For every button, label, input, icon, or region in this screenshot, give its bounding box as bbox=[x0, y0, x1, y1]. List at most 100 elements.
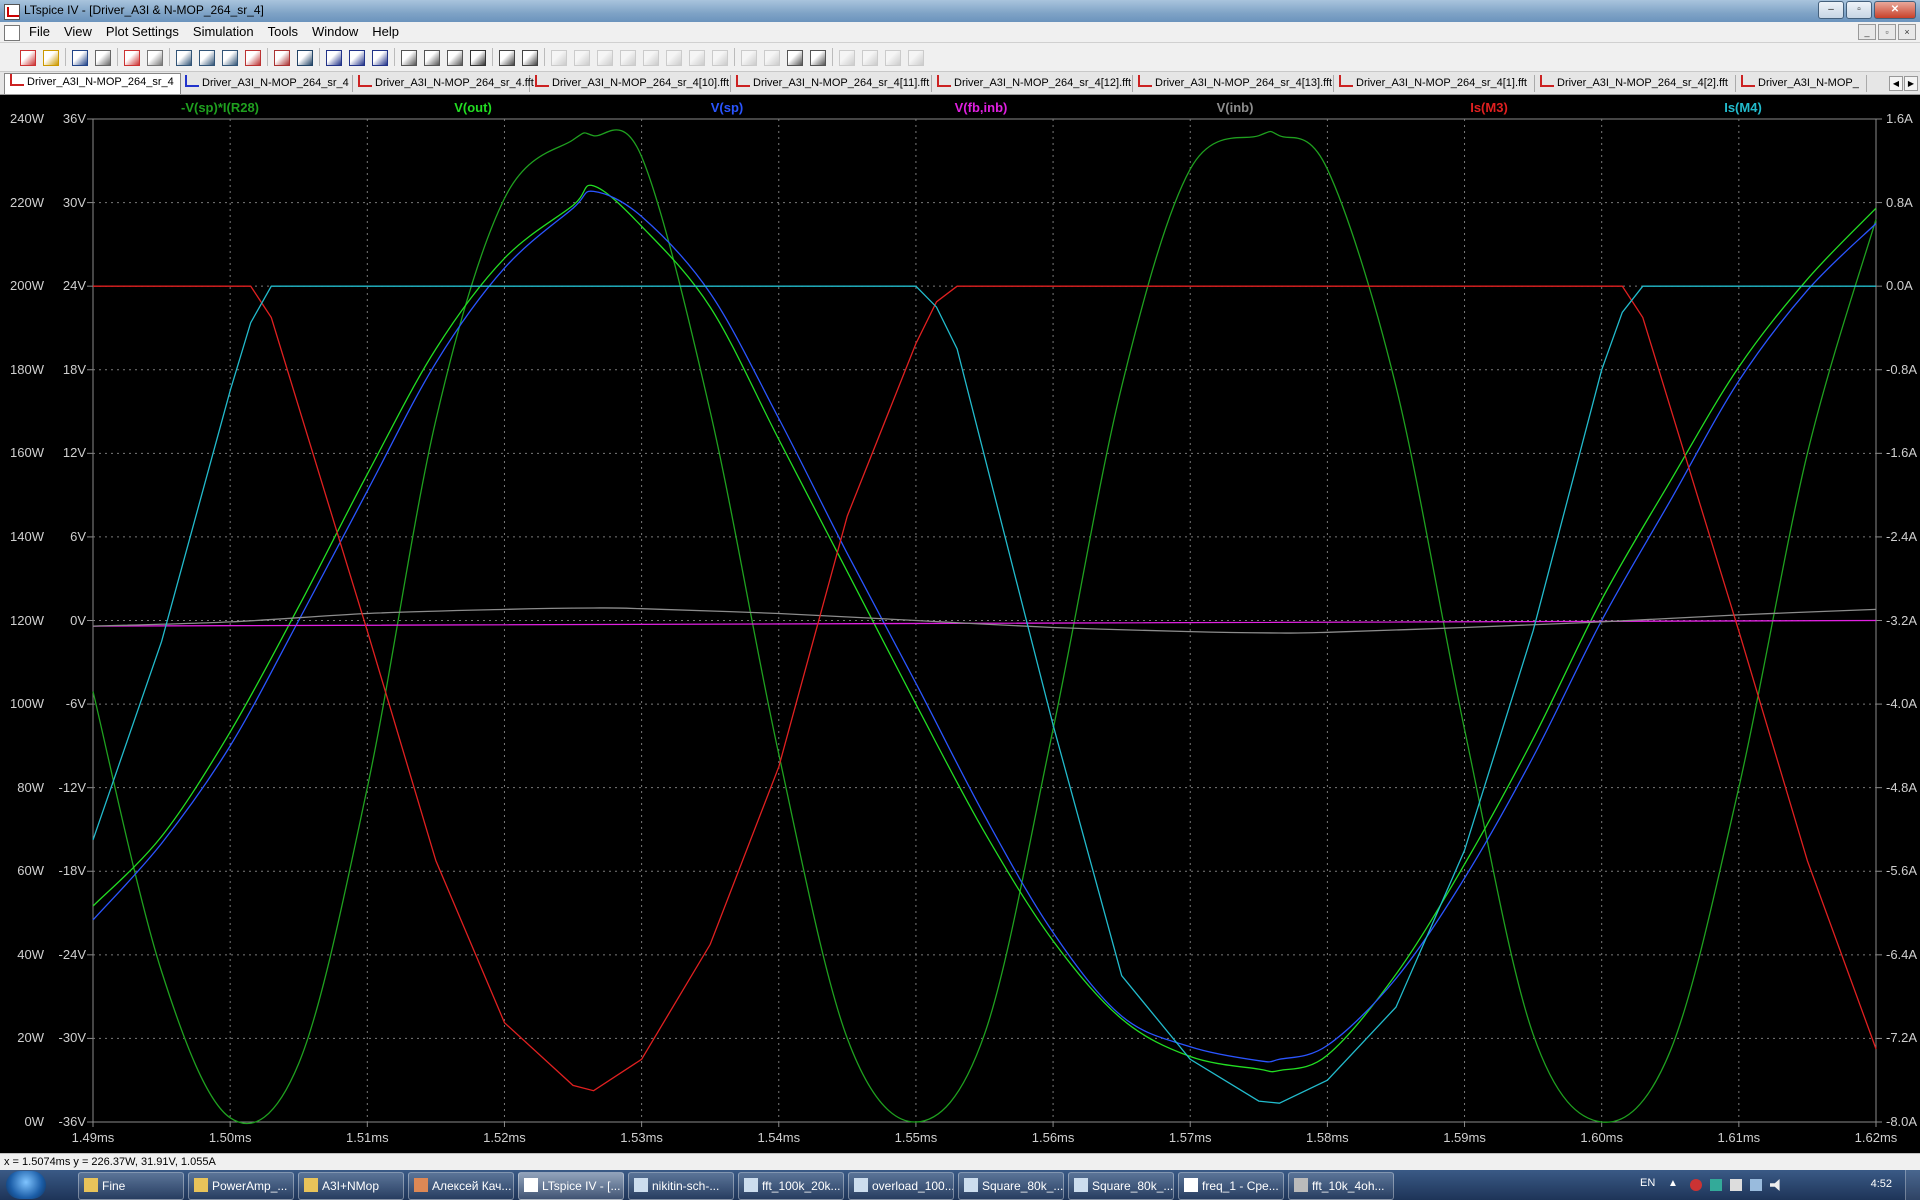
ground-icon[interactable] bbox=[572, 48, 590, 66]
document-menu-icon[interactable] bbox=[4, 25, 20, 41]
cascade-icon[interactable] bbox=[347, 48, 365, 66]
menu-tools[interactable]: Tools bbox=[261, 23, 305, 40]
rotate-icon[interactable] bbox=[837, 48, 855, 66]
halt-icon[interactable] bbox=[145, 48, 163, 66]
new-schematic-icon[interactable] bbox=[18, 48, 36, 66]
copy-icon[interactable] bbox=[422, 48, 440, 66]
taskbar-button[interactable]: LTspice IV - [... bbox=[518, 1172, 624, 1200]
taskbar-button[interactable]: Fine bbox=[78, 1172, 184, 1200]
taskbar-button[interactable]: PowerAmp_... bbox=[188, 1172, 294, 1200]
waveform-tab-icon bbox=[1138, 75, 1152, 87]
close-button[interactable]: ✕ bbox=[1874, 1, 1916, 19]
trace-legend-label[interactable]: Is(M3) bbox=[1470, 100, 1508, 115]
taskbar-button[interactable]: Square_80k_... bbox=[958, 1172, 1064, 1200]
component-icon[interactable] bbox=[710, 48, 728, 66]
zoom-out-icon[interactable] bbox=[220, 48, 238, 66]
find-icon[interactable] bbox=[468, 48, 486, 66]
tab-document[interactable]: Driver_A3I_N-MOP_264_sr_4[13].fft bbox=[1133, 75, 1334, 92]
resistor-icon[interactable] bbox=[618, 48, 636, 66]
zoom-cancel-icon[interactable] bbox=[243, 48, 261, 66]
clock[interactable]: 4:52 bbox=[1871, 1178, 1892, 1190]
tab-document[interactable]: Driver_A3I_N-MOP_264_sr_4[10].fft bbox=[530, 75, 731, 92]
taskbar-button[interactable]: Square_80k_... bbox=[1068, 1172, 1174, 1200]
inductor-icon[interactable] bbox=[664, 48, 682, 66]
taskbar-button[interactable]: nikitin-sch-... bbox=[628, 1172, 734, 1200]
label-icon[interactable] bbox=[595, 48, 613, 66]
taskbar-button[interactable]: fft_10k_4oh... bbox=[1288, 1172, 1394, 1200]
taskbar-button-label: freq_1 - Сре... bbox=[1202, 1179, 1279, 1193]
tab-document[interactable]: Driver_A3I_N-MOP_264_sr_4[2].fft bbox=[1535, 75, 1736, 92]
tab-document[interactable]: Driver_A3I_N-MOP_264_sr_4[11].fft bbox=[731, 75, 932, 92]
tab-document[interactable]: Driver_A3I_N-MOP_264_sr_4 bbox=[4, 73, 181, 94]
trace-legend-label[interactable]: V(inb) bbox=[1217, 100, 1254, 115]
taskbar-button[interactable]: fft_100k_20k... bbox=[738, 1172, 844, 1200]
paste-icon[interactable] bbox=[445, 48, 463, 66]
tile-horizontal-icon[interactable] bbox=[324, 48, 342, 66]
taskbar-button[interactable]: overload_100... bbox=[848, 1172, 954, 1200]
tab-document[interactable]: Driver_A3I_N-MOP_264_sr_4[12].fft bbox=[932, 75, 1133, 92]
language-indicator[interactable]: EN bbox=[1640, 1177, 1655, 1189]
show-desktop-button[interactable] bbox=[1905, 1170, 1920, 1200]
tray-app-icon[interactable] bbox=[1690, 1179, 1702, 1191]
show-hidden-icons-icon[interactable]: ▲ bbox=[1668, 1178, 1680, 1190]
menu-window[interactable]: Window bbox=[305, 23, 365, 40]
tray-app-icon[interactable] bbox=[1710, 1179, 1722, 1191]
tab-document[interactable]: Driver_A3I_N-MOP_264_sr_4 bbox=[180, 75, 353, 92]
print-setup-icon[interactable] bbox=[497, 48, 515, 66]
move-icon[interactable] bbox=[739, 48, 757, 66]
y-axis-volt-tick-label: -18V bbox=[58, 863, 86, 879]
tab-document[interactable]: Driver_A3I_N-MOP_264_sr_4[1].fft bbox=[1334, 75, 1535, 92]
wire-icon[interactable] bbox=[549, 48, 567, 66]
doc-restore-button[interactable]: ▫ bbox=[1878, 24, 1896, 40]
open-icon[interactable] bbox=[41, 48, 59, 66]
network-icon[interactable] bbox=[1750, 1179, 1762, 1191]
trace-legend-label[interactable]: -V(sp)*I(R28) bbox=[181, 100, 259, 115]
text-icon[interactable] bbox=[883, 48, 901, 66]
capacitor-icon[interactable] bbox=[641, 48, 659, 66]
volume-icon[interactable] bbox=[1770, 1179, 1780, 1191]
menu-plot-settings[interactable]: Plot Settings bbox=[99, 23, 186, 40]
cut-icon[interactable] bbox=[399, 48, 417, 66]
menu-view[interactable]: View bbox=[57, 23, 99, 40]
drag-icon[interactable] bbox=[762, 48, 780, 66]
fft-icon[interactable] bbox=[295, 48, 313, 66]
diode-icon[interactable] bbox=[687, 48, 705, 66]
menu-file[interactable]: File bbox=[22, 23, 57, 40]
undo-icon[interactable] bbox=[785, 48, 803, 66]
minimize-button[interactable]: – bbox=[1818, 1, 1844, 19]
save-icon[interactable] bbox=[70, 48, 88, 66]
mirror-icon[interactable] bbox=[860, 48, 878, 66]
menu-help[interactable]: Help bbox=[365, 23, 406, 40]
trace-v-out- bbox=[92, 184, 1877, 1073]
taskbar-button[interactable]: freq_1 - Сре... bbox=[1178, 1172, 1284, 1200]
spice-directive-icon[interactable] bbox=[906, 48, 924, 66]
waveform-plot[interactable]: 1.49ms 1.50ms 1.51ms 1.52ms 1.53ms 1.54ms 1.55… bbox=[0, 95, 1920, 1155]
tab-scroll-left-icon[interactable]: ◀ bbox=[1889, 76, 1903, 91]
doc-minimize-button[interactable]: _ bbox=[1858, 24, 1876, 40]
zoom-in-icon[interactable] bbox=[174, 48, 192, 66]
taskbar-button[interactable]: Алексей Кач... bbox=[408, 1172, 514, 1200]
tile-vertical-icon[interactable] bbox=[370, 48, 388, 66]
taskbar-button[interactable]: A3I+NMop bbox=[298, 1172, 404, 1200]
start-button[interactable] bbox=[6, 1171, 46, 1199]
tab-document[interactable]: Driver_A3I_N-MOP_ bbox=[1736, 75, 1867, 92]
ltspice-app-icon[interactable] bbox=[4, 4, 20, 20]
x-axis-tick-label: 1.54ms bbox=[757, 1130, 801, 1145]
trace-legend-label[interactable]: V(fb,inb) bbox=[955, 100, 1008, 115]
print-icon[interactable] bbox=[520, 48, 538, 66]
run-icon[interactable] bbox=[122, 48, 140, 66]
maximize-button[interactable]: ▫ bbox=[1846, 1, 1872, 19]
autorange-icon[interactable] bbox=[272, 48, 290, 66]
trace-legend-label[interactable]: V(sp) bbox=[711, 100, 744, 115]
tab-scroll-right-icon[interactable]: ▶ bbox=[1904, 76, 1918, 91]
control-panel-icon[interactable] bbox=[93, 48, 111, 66]
waveform-canvas[interactable] bbox=[0, 95, 1920, 1155]
doc-close-button[interactable]: × bbox=[1898, 24, 1916, 40]
trace-legend-label[interactable]: Is(M4) bbox=[1724, 100, 1762, 115]
tray-app-icon[interactable] bbox=[1730, 1179, 1742, 1191]
zoom-box-icon[interactable] bbox=[197, 48, 215, 66]
tab-document[interactable]: Driver_A3I_N-MOP_264_sr_4.fft bbox=[353, 75, 534, 92]
trace-legend-label[interactable]: V(out) bbox=[454, 100, 492, 115]
menu-simulation[interactable]: Simulation bbox=[186, 23, 261, 40]
redo-icon[interactable] bbox=[808, 48, 826, 66]
